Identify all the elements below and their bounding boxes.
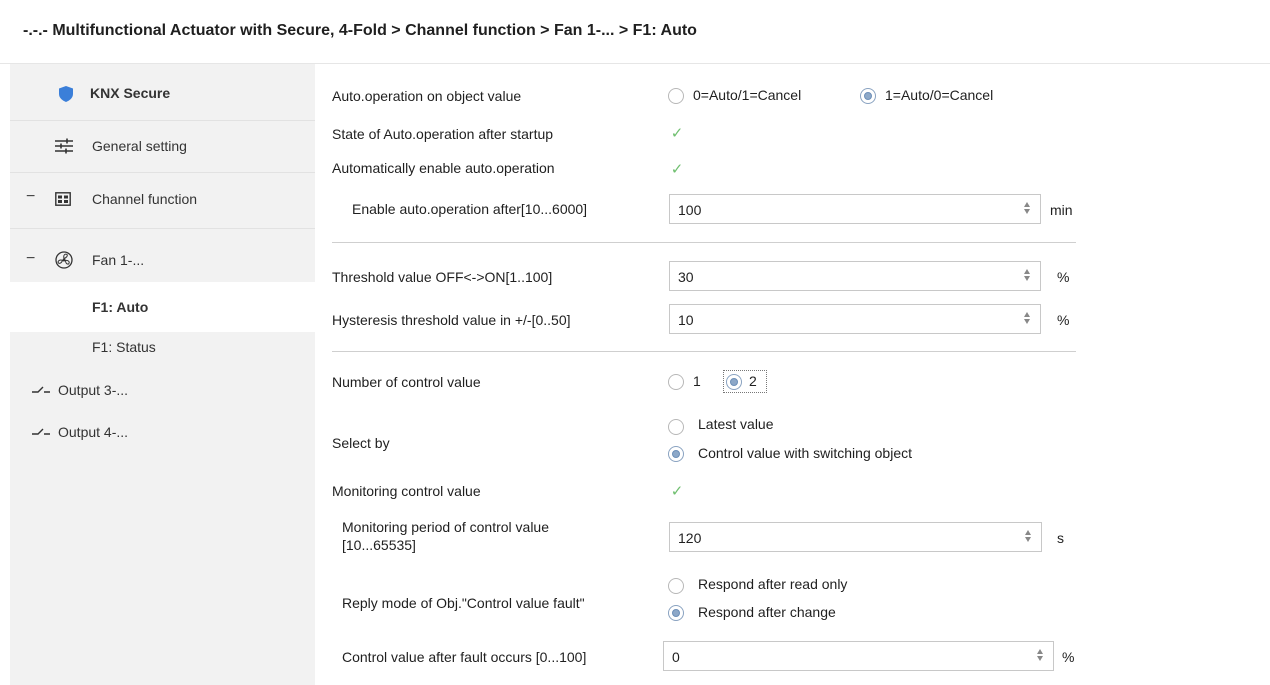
spinner-icon[interactable] [1022, 267, 1032, 285]
collapse-icon[interactable]: − [26, 188, 35, 206]
sidebar-item-label: Channel function [92, 191, 198, 207]
enable-after-label: Enable auto.operation after[10...6000] [352, 201, 588, 217]
radio-select-by-latest[interactable] [668, 419, 684, 435]
divider [10, 172, 315, 173]
sidebar-item-label: F1: Status [92, 339, 156, 355]
radio-num-control-1-label: 1 [693, 373, 701, 389]
fault-value-unit: % [1062, 649, 1075, 665]
radio-num-control-2[interactable] [726, 374, 742, 390]
radio-auto-op-0-label: 0=Auto/1=Cancel [693, 87, 802, 103]
spinner-icon[interactable] [1022, 310, 1032, 328]
auto-operation-label: Auto.operation on object value [332, 88, 522, 104]
radio-reply-change[interactable] [668, 605, 684, 621]
breadcrumb: -.-.- Multifunctional Actuator with Secu… [23, 22, 697, 39]
sidebar-item-label: Output 4-... [58, 424, 129, 440]
sidebar-item-knx-secure[interactable]: KNX Secure [10, 69, 315, 119]
auto-enable-checkbox[interactable]: ✓ [668, 161, 686, 179]
sidebar: KNX Secure General setting − Channel fun… [10, 64, 315, 685]
sidebar-item-label: Fan 1-... [92, 252, 145, 268]
fault-value-input[interactable]: 0 [663, 641, 1054, 671]
hysteresis-value: 10 [678, 312, 694, 328]
sidebar-item-label: KNX Secure [90, 85, 171, 101]
switch-icon [32, 427, 50, 437]
radio-select-by-latest-label: Latest value [698, 416, 774, 432]
shield-icon [58, 86, 74, 102]
sidebar-item-fan-1[interactable]: − Fan 1-... [10, 236, 315, 286]
threshold-value: 30 [678, 269, 694, 285]
sidebar-item-general-setting[interactable]: General setting [10, 121, 315, 171]
state-after-startup-checkbox[interactable]: ✓ [668, 125, 686, 143]
threshold-input[interactable]: 30 [669, 261, 1041, 291]
threshold-unit: % [1057, 269, 1070, 285]
spinner-icon[interactable] [1035, 647, 1045, 665]
threshold-label: Threshold value OFF<->ON[1..100] [332, 269, 553, 285]
collapse-icon[interactable]: − [26, 250, 35, 268]
monitoring-period-unit: s [1057, 530, 1064, 546]
enable-after-input[interactable]: 100 [669, 194, 1041, 224]
state-after-startup-label: State of Auto.operation after startup [332, 126, 554, 142]
enable-after-unit: min [1050, 202, 1073, 218]
radio-num-control-1[interactable] [668, 374, 684, 390]
channel-grid-icon [55, 192, 71, 206]
radio-num-control-2-label: 2 [749, 373, 757, 389]
monitoring-period-label: Monitoring period of control value [342, 519, 550, 535]
parameter-panel: Auto.operation on object value 0=Auto/1=… [315, 64, 1270, 685]
section-divider [332, 351, 1076, 352]
switch-icon [32, 385, 50, 395]
fan-icon [55, 251, 73, 269]
hysteresis-input[interactable]: 10 [669, 304, 1041, 334]
sidebar-item-label: General setting [92, 138, 187, 154]
fault-value-value: 0 [672, 649, 680, 665]
hysteresis-label: Hysteresis threshold value in +/-[0..50] [332, 312, 571, 328]
radio-reply-change-label: Respond after change [698, 604, 836, 620]
radio-select-by-switching-label: Control value with switching object [698, 445, 912, 461]
sidebar-item-channel-function[interactable]: − Channel function [10, 174, 315, 224]
sliders-icon [55, 138, 73, 154]
title-bar: -.-.- Multifunctional Actuator with Secu… [0, 0, 1270, 64]
monitoring-checkbox[interactable]: ✓ [668, 483, 686, 501]
reply-mode-label: Reply mode of Obj."Control value fault" [342, 595, 585, 611]
sidebar-item-output-4[interactable]: Output 4-... [10, 407, 315, 457]
section-divider [332, 242, 1076, 243]
auto-enable-label: Automatically enable auto.operation [332, 160, 555, 176]
num-control-label: Number of control value [332, 374, 481, 390]
monitoring-period-input[interactable]: 120 [669, 522, 1042, 552]
select-by-label: Select by [332, 435, 390, 451]
radio-auto-op-0[interactable] [668, 88, 684, 104]
divider [10, 228, 315, 229]
enable-after-value: 100 [678, 202, 702, 218]
radio-auto-op-1-label: 1=Auto/0=Cancel [885, 87, 994, 103]
sidebar-item-label: F1: Auto [92, 299, 149, 315]
fault-value-label: Control value after fault occurs [0...10… [342, 649, 587, 665]
sidebar-item-label: Output 3-... [58, 382, 129, 398]
spinner-icon[interactable] [1023, 528, 1033, 546]
radio-reply-read-label: Respond after read only [698, 576, 848, 592]
radio-auto-op-1[interactable] [860, 88, 876, 104]
radio-reply-read[interactable] [668, 578, 684, 594]
spinner-icon[interactable] [1022, 200, 1032, 218]
monitoring-label: Monitoring control value [332, 483, 481, 499]
monitoring-period-range: [10...65535] [342, 537, 416, 553]
monitoring-period-value: 120 [678, 530, 702, 546]
hysteresis-unit: % [1057, 312, 1070, 328]
radio-select-by-switching[interactable] [668, 446, 684, 462]
